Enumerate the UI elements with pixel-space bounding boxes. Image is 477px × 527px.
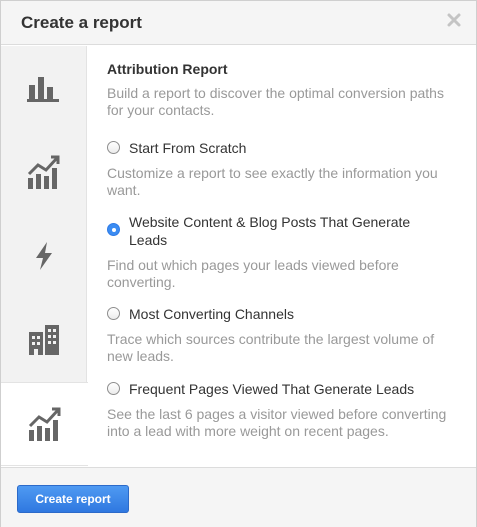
sidebar-item-trend-chart[interactable]	[1, 130, 87, 214]
option-frequent-pages[interactable]: Frequent Pages Viewed That Generate Lead…	[107, 380, 467, 398]
option-start-from-scratch[interactable]: Start From Scratch	[107, 139, 467, 157]
sidebar-item-lightning[interactable]	[1, 214, 87, 298]
option-description: Find out which pages your leads viewed b…	[107, 257, 399, 290]
dialog-header: Create a report	[1, 1, 476, 45]
lightning-icon	[36, 242, 52, 270]
section-title: Attribution Report	[107, 61, 228, 77]
option-description: See the last 6 pages a visitor viewed be…	[107, 406, 447, 439]
section-description: Build a report to discover the optimal c…	[107, 85, 444, 118]
bar-chart-icon	[27, 77, 59, 102]
dialog-footer: Create report	[1, 467, 476, 527]
create-report-dialog: Create a report Attribution Report Build…	[0, 0, 477, 527]
option-website-content[interactable]: Website Content & Blog Posts That Genera…	[107, 213, 467, 249]
close-icon[interactable]	[446, 12, 462, 28]
dialog-title: Create a report	[21, 13, 142, 32]
report-type-sidebar	[1, 46, 88, 466]
option-label: Start From Scratch	[129, 140, 247, 156]
radio-button[interactable]	[107, 382, 120, 395]
option-description: Trace which sources contribute the large…	[107, 331, 435, 364]
option-description: Customize a report to see exactly the in…	[107, 165, 438, 198]
sidebar-item-trend-chart-active[interactable]	[1, 382, 88, 466]
trend-chart-icon	[27, 155, 60, 189]
sidebar-item-building[interactable]	[1, 298, 87, 382]
building-icon	[29, 325, 59, 355]
option-label: Most Converting Channels	[129, 306, 294, 322]
radio-button[interactable]	[107, 141, 120, 154]
trend-chart-icon	[28, 407, 60, 441]
option-label: Website Content & Blog Posts That Genera…	[129, 214, 411, 248]
sidebar-item-bar-chart[interactable]	[1, 46, 87, 130]
create-report-button[interactable]: Create report	[17, 485, 129, 513]
radio-button-selected[interactable]	[107, 223, 120, 236]
option-most-converting-channels[interactable]: Most Converting Channels	[107, 305, 467, 323]
radio-button[interactable]	[107, 307, 120, 320]
option-label: Frequent Pages Viewed That Generate Lead…	[129, 381, 415, 397]
